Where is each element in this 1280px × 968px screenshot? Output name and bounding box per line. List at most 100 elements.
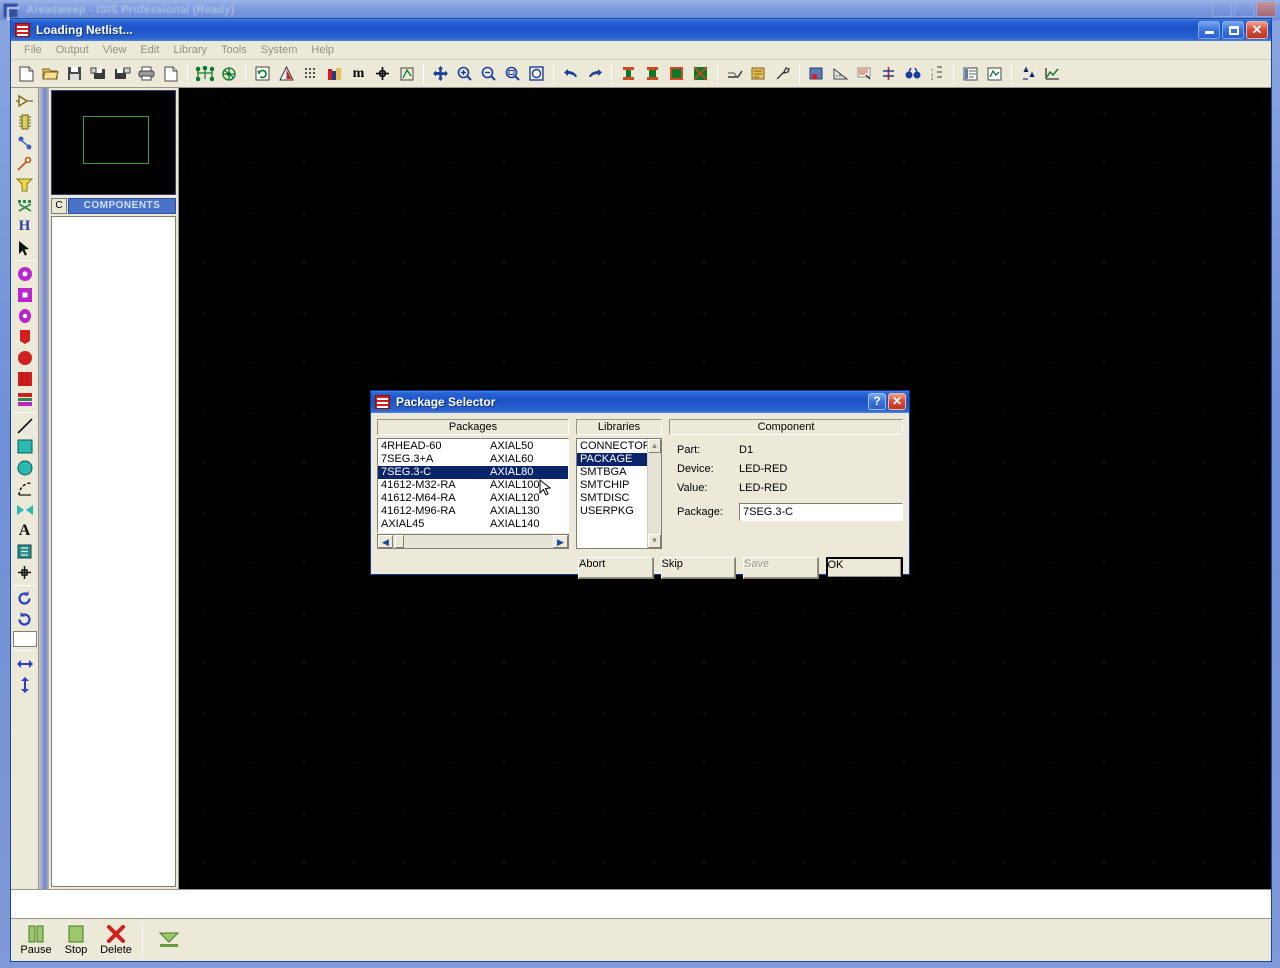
- zone-mode-icon[interactable]: [13, 195, 37, 216]
- scrollbar-track[interactable]: [393, 535, 553, 548]
- list-item[interactable]: 41612-M32-RA AXIAL100: [378, 479, 568, 492]
- refresh-icon[interactable]: [251, 62, 274, 85]
- dialog-help-button[interactable]: ?: [868, 393, 886, 410]
- scroll-up-icon[interactable]: ▲: [648, 439, 661, 453]
- background-window-controls[interactable]: [1212, 1, 1276, 17]
- menu-system[interactable]: System: [254, 42, 305, 58]
- report-icon[interactable]: [959, 62, 982, 85]
- grid-toggle-icon[interactable]: [299, 62, 322, 85]
- zoom-in-icon[interactable]: [453, 62, 476, 85]
- rotate-clockwise-icon[interactable]: [13, 588, 37, 609]
- graph-icon[interactable]: [1041, 62, 1064, 85]
- power-plane-icon[interactable]: [1017, 62, 1040, 85]
- pause-button[interactable]: Pause: [17, 920, 55, 960]
- object-type-button[interactable]: C: [51, 198, 67, 214]
- ok-button[interactable]: OK: [826, 557, 904, 579]
- menu-output[interactable]: Output: [49, 42, 96, 58]
- import-region-icon[interactable]: [87, 62, 110, 85]
- mirror-horizontal-icon[interactable]: [13, 653, 37, 674]
- background-restore-button[interactable]: [1234, 1, 1254, 17]
- list-item[interactable]: 41612-M64-RA AXIAL120: [378, 492, 568, 505]
- list-item[interactable]: 7SEG.3+A AXIAL60: [378, 453, 568, 466]
- scroll-down-icon[interactable]: ▼: [648, 534, 661, 548]
- print-icon[interactable]: [135, 62, 158, 85]
- tool-icon[interactable]: [771, 62, 794, 85]
- cursor-layer-icon[interactable]: 123: [925, 62, 948, 85]
- dialog-close-button[interactable]: ✕: [888, 393, 906, 410]
- rotation-angle-field[interactable]: [13, 631, 37, 647]
- zoom-area-icon[interactable]: [501, 62, 524, 85]
- packages-horizontal-scrollbar[interactable]: ◀ ▶: [377, 534, 569, 549]
- via-mode-icon[interactable]: [13, 174, 37, 195]
- menu-library[interactable]: Library: [166, 42, 214, 58]
- list-item[interactable]: 41612-M96-RA AXIAL130: [378, 505, 568, 518]
- origin-icon[interactable]: [371, 62, 394, 85]
- component-mode-icon[interactable]: [13, 111, 37, 132]
- dialog-window-controls[interactable]: ? ✕: [868, 393, 906, 410]
- object-type-label[interactable]: COMPONENTS: [68, 198, 176, 214]
- polygonal-pad-icon[interactable]: [13, 368, 37, 389]
- scroll-left-icon[interactable]: ◀: [378, 535, 393, 548]
- packages-list[interactable]: 4RHEAD-60 AXIAL50 7SEG.3+A AXIAL60 7SEG.…: [377, 438, 569, 533]
- block-copy-icon[interactable]: [689, 62, 712, 85]
- path-tool-icon[interactable]: [13, 499, 37, 520]
- cut-icon[interactable]: [617, 62, 640, 85]
- list-item[interactable]: CONNECTOR: [577, 440, 647, 453]
- menu-view[interactable]: View: [96, 42, 134, 58]
- menu-file[interactable]: File: [17, 42, 49, 58]
- app-minimize-button[interactable]: [1198, 21, 1220, 39]
- box-tool-icon[interactable]: [13, 436, 37, 457]
- 3d-view-icon[interactable]: [983, 62, 1006, 85]
- design-rules-icon[interactable]: [747, 62, 770, 85]
- hide-button[interactable]: [150, 920, 188, 960]
- skip-button[interactable]: Skip: [661, 557, 737, 579]
- measure-icon[interactable]: [829, 62, 852, 85]
- circle-tool-icon[interactable]: [13, 457, 37, 478]
- ratsnest-icon[interactable]: [395, 62, 418, 85]
- background-minimize-button[interactable]: [1212, 1, 1232, 17]
- pad-stack-icon[interactable]: [13, 389, 37, 410]
- menu-edit[interactable]: Edit: [133, 42, 166, 58]
- netlist-import-icon[interactable]: [193, 62, 216, 85]
- list-item[interactable]: AXIAL45 AXIAL140: [378, 518, 568, 531]
- track-mode-icon[interactable]: [13, 153, 37, 174]
- arc-tool-icon[interactable]: [13, 478, 37, 499]
- ratsnest-mode-icon[interactable]: H: [13, 216, 37, 237]
- list-item[interactable]: SMTCHIP: [577, 479, 647, 492]
- find-icon[interactable]: [901, 62, 924, 85]
- list-item-selected[interactable]: 7SEG.3-C AXIAL80: [378, 466, 568, 479]
- paste-icon[interactable]: [665, 62, 688, 85]
- zoom-out-icon[interactable]: [477, 62, 500, 85]
- libraries-vertical-scrollbar[interactable]: ▲ ▼: [647, 439, 661, 548]
- drc-icon[interactable]: [275, 62, 298, 85]
- autorouter-icon[interactable]: [723, 62, 746, 85]
- pointer-icon[interactable]: [13, 237, 37, 258]
- layers-icon[interactable]: [323, 62, 346, 85]
- scroll-right-icon[interactable]: ▶: [553, 535, 568, 548]
- copy-icon[interactable]: [641, 62, 664, 85]
- list-item[interactable]: USERPKG: [577, 505, 647, 518]
- app-restore-button[interactable]: [1222, 21, 1244, 39]
- undo-icon[interactable]: [559, 62, 582, 85]
- smt-pad-icon[interactable]: [13, 326, 37, 347]
- list-item[interactable]: 4RHEAD-60 AXIAL50: [378, 440, 568, 453]
- selection-mode-icon[interactable]: [13, 90, 37, 111]
- left-scroll-strip[interactable]: [39, 88, 49, 889]
- metric-icon[interactable]: m: [347, 62, 370, 85]
- text-tool-icon[interactable]: A: [13, 520, 37, 541]
- libraries-list[interactable]: CONNECTOR PACKAGE SMTBGA SMTCHIP SMTDISC…: [576, 438, 662, 549]
- package-mode-icon[interactable]: [13, 132, 37, 153]
- delete-button[interactable]: Delete: [97, 920, 135, 960]
- redo-icon[interactable]: [583, 62, 606, 85]
- export-region-icon[interactable]: [111, 62, 134, 85]
- connectivity-icon[interactable]: [877, 62, 900, 85]
- line-tool-icon[interactable]: [13, 415, 37, 436]
- save-design-icon[interactable]: [63, 62, 86, 85]
- zoom-all-icon[interactable]: [525, 62, 548, 85]
- scrollbar-thumb[interactable]: [395, 535, 404, 548]
- stop-button[interactable]: Stop: [57, 920, 95, 960]
- app-close-button[interactable]: ✕: [1246, 21, 1268, 39]
- pan-icon[interactable]: [429, 62, 452, 85]
- netlist-compile-icon[interactable]: [217, 62, 240, 85]
- block-tool-icon[interactable]: [13, 541, 37, 562]
